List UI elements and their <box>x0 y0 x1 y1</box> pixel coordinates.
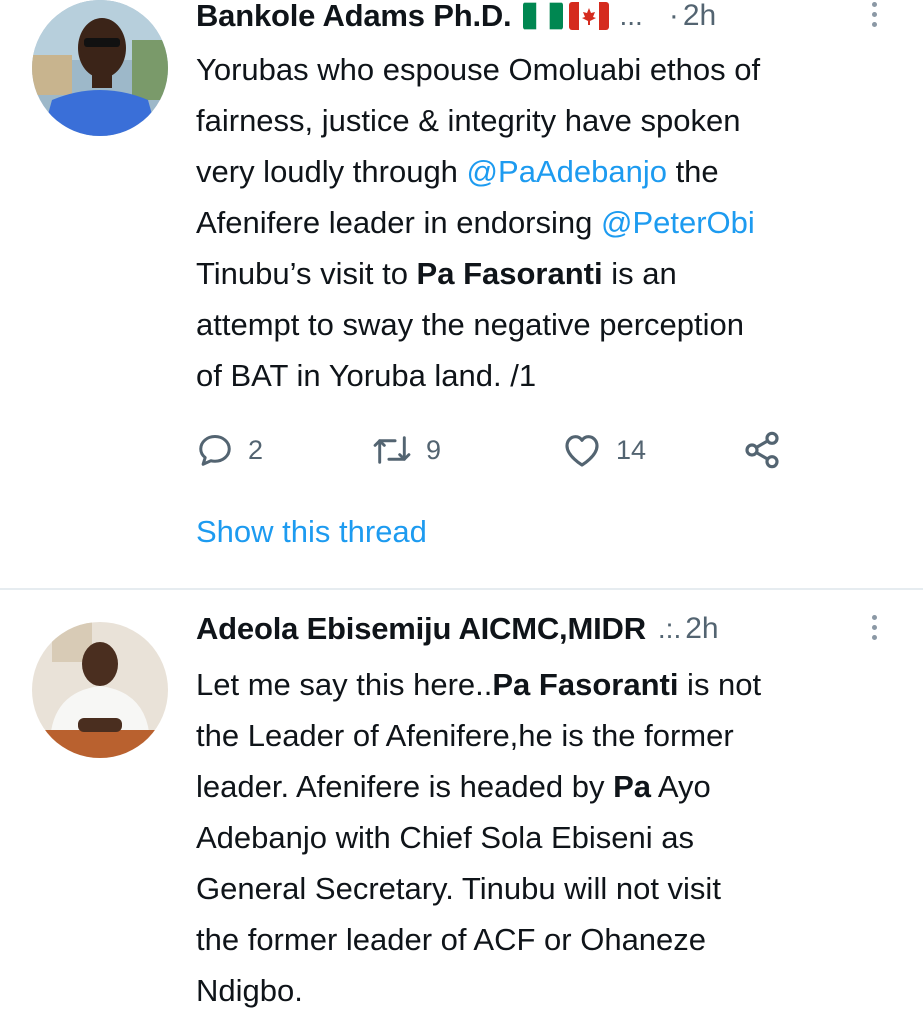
share-button[interactable] <box>742 426 782 474</box>
tweet[interactable]: Adeola Ebisemiju AICMC,MIDR .:. 2h Let m… <box>0 591 923 1024</box>
avatar[interactable] <box>32 0 168 136</box>
text-line: Let me say this here..Pa Fasoranti is no… <box>196 667 762 702</box>
text-line: leader. Afenifere is headed by Pa Ayo <box>196 769 711 804</box>
more-vertical-icon[interactable] <box>869 2 879 27</box>
name-truncation: .:. <box>657 613 682 644</box>
flags <box>523 2 610 30</box>
tweet-text: Let me say this here..Pa Fasoranti is no… <box>196 659 906 1016</box>
like-count: 14 <box>616 434 647 465</box>
name-truncation: ... <box>619 0 643 31</box>
text-line: fairness, justice & integrity have spoke… <box>196 103 741 138</box>
more-vertical-icon[interactable] <box>869 615 879 640</box>
avatar-photo-icon <box>32 622 168 758</box>
tweet-text: Yorubas who espouse Omoluabi ethos of fa… <box>196 44 906 401</box>
text-line: Yorubas who espouse Omoluabi ethos of <box>196 52 761 87</box>
reply-button[interactable]: 2 <box>196 426 263 474</box>
text-line: General Secretary. Tinubu will not visit <box>196 871 721 906</box>
retweet-button[interactable]: 9 <box>372 426 441 474</box>
author-name[interactable]: Bankole Adams Ph.D. <box>196 0 512 34</box>
text-line: attempt to sway the negative perception <box>196 307 744 342</box>
tweet-divider <box>0 588 923 590</box>
text-line: the former leader of ACF or Ohaneze <box>196 922 707 957</box>
heart-icon <box>565 435 599 467</box>
avatar-photo-icon <box>32 0 168 136</box>
timestamp[interactable]: 2h <box>685 612 718 646</box>
like-button[interactable]: 14 <box>562 426 646 474</box>
tweet-actions: 2 9 14 <box>196 426 836 474</box>
text-line: Ndigbo. <box>196 973 303 1008</box>
avatar[interactable] <box>32 622 168 758</box>
timestamp[interactable]: 2h <box>683 0 716 33</box>
text-line: Afenifere leader in endorsing @PeterObi <box>196 205 755 240</box>
tweet[interactable]: Bankole Adams Ph.D. ... · 2h Yorubas who… <box>0 0 923 589</box>
text-line: the Leader of Afenifere,he is the former <box>196 718 734 753</box>
flag-nigeria-icon <box>523 2 564 30</box>
mention-link[interactable]: @PaAdebanjo <box>467 154 667 189</box>
reply-icon <box>199 435 231 466</box>
flag-canada-icon <box>569 2 610 30</box>
share-icon <box>745 431 779 469</box>
text-line: Tinubu’s visit to Pa Fasoranti is an <box>196 256 677 291</box>
mention-link[interactable]: @PeterObi <box>601 205 755 240</box>
separator-dot: · <box>668 0 679 32</box>
reply-count: 2 <box>248 434 264 465</box>
text-line: very loudly through @PaAdebanjo the <box>196 154 719 189</box>
author-name[interactable]: Adeola Ebisemiju AICMC,MIDR <box>196 611 646 647</box>
text-line: of BAT in Yoruba land. /1 <box>196 358 537 393</box>
show-thread-link[interactable]: Show this thread <box>196 514 427 550</box>
retweet-icon <box>373 436 411 464</box>
text-line: Adebanjo with Chief Sola Ebiseni as <box>196 820 695 855</box>
retweet-count: 9 <box>426 434 442 465</box>
